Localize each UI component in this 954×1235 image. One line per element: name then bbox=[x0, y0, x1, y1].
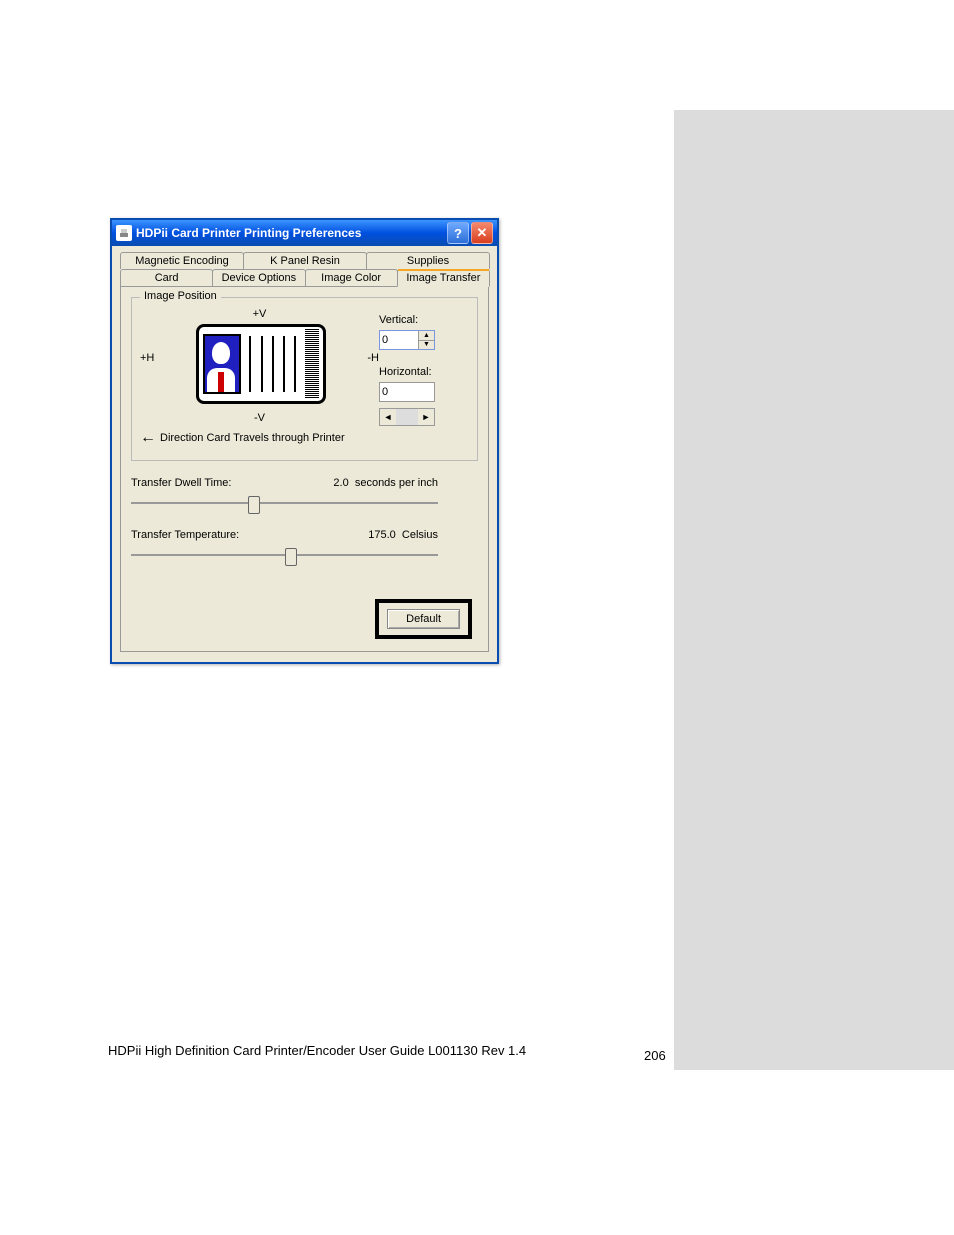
vertical-input[interactable] bbox=[380, 331, 418, 349]
temperature-slider[interactable] bbox=[131, 545, 438, 565]
tabs-area: Magnetic Encoding K Panel Resin Supplies… bbox=[112, 246, 497, 662]
preview-column: +V +H bbox=[140, 308, 379, 446]
temperature-label: Transfer Temperature: bbox=[131, 529, 239, 541]
tab-image-color[interactable]: Image Color bbox=[305, 269, 398, 287]
tab-row-front: Card Device Options Image Color Image Tr… bbox=[120, 269, 489, 287]
dwell-slider-thumb[interactable] bbox=[248, 496, 260, 514]
horizontal-input[interactable] bbox=[380, 383, 434, 401]
page-footer: HDPii High Definition Card Printer/Encod… bbox=[108, 1043, 668, 1058]
temperature-unit: Celsius bbox=[402, 529, 438, 541]
v-plus-label: +V bbox=[140, 308, 379, 320]
tab-card[interactable]: Card bbox=[120, 269, 213, 287]
tab-supplies[interactable]: Supplies bbox=[366, 252, 490, 269]
temperature-value-unit: 175.0 Celsius bbox=[368, 529, 438, 541]
tab-row-back: Magnetic Encoding K Panel Resin Supplies bbox=[120, 252, 489, 269]
horizontal-input-wrap bbox=[379, 382, 435, 402]
horizontal-scroll[interactable]: ◄ ► bbox=[379, 408, 435, 426]
temperature-slider-thumb[interactable] bbox=[285, 548, 297, 566]
group-title: Image Position bbox=[140, 290, 221, 302]
temperature-value: 175.0 bbox=[368, 529, 396, 541]
position-controls: Vertical: ▲ ▼ Horizontal: bbox=[379, 308, 469, 426]
dwell-value: 2.0 bbox=[333, 477, 348, 489]
dwell-slider[interactable] bbox=[131, 493, 438, 513]
default-button[interactable]: Default bbox=[387, 609, 460, 629]
horizontal-track[interactable] bbox=[396, 409, 418, 425]
dwell-value-unit: 2.0 seconds per inch bbox=[333, 477, 438, 489]
vertical-spinner[interactable]: ▲ ▼ bbox=[379, 330, 435, 350]
temperature-row: Transfer Temperature: 175.0 Celsius bbox=[131, 529, 478, 565]
preferences-dialog: HDPii Card Printer Printing Preferences … bbox=[110, 218, 499, 664]
card-preview bbox=[196, 324, 326, 404]
vertical-up-button[interactable]: ▲ bbox=[418, 331, 434, 341]
tab-image-transfer[interactable]: Image Transfer bbox=[397, 269, 490, 287]
dwell-label: Transfer Dwell Time: bbox=[131, 477, 231, 489]
default-button-highlight: Default bbox=[375, 599, 472, 639]
help-button[interactable]: ? bbox=[447, 222, 469, 244]
card-stripes-icon bbox=[241, 336, 305, 392]
arrow-left-icon: ← bbox=[140, 430, 156, 446]
footer-text: HDPii High Definition Card Printer/Encod… bbox=[108, 1043, 668, 1058]
vertical-label: Vertical: bbox=[379, 314, 469, 326]
window-title: HDPii Card Printer Printing Preferences bbox=[136, 226, 445, 240]
dwell-time-row: Transfer Dwell Time: 2.0 seconds per inc… bbox=[131, 477, 478, 513]
barcode-icon bbox=[305, 329, 319, 399]
tab-content-image-transfer: Image Position +V +H bbox=[120, 286, 489, 652]
tab-k-panel-resin[interactable]: K Panel Resin bbox=[243, 252, 367, 269]
page-number: 206 bbox=[644, 1048, 666, 1063]
v-minus-label: -V bbox=[140, 412, 379, 424]
tab-device-options[interactable]: Device Options bbox=[212, 269, 305, 287]
printer-icon bbox=[116, 225, 132, 241]
horizontal-left-button[interactable]: ◄ bbox=[380, 409, 396, 425]
horizontal-right-button[interactable]: ► bbox=[418, 409, 434, 425]
direction-text: Direction Card Travels through Printer bbox=[160, 432, 345, 444]
tab-magnetic-encoding[interactable]: Magnetic Encoding bbox=[120, 252, 244, 269]
page-right-margin bbox=[674, 110, 954, 1070]
image-position-group: Image Position +V +H bbox=[131, 297, 478, 461]
direction-row: ← Direction Card Travels through Printer bbox=[140, 430, 379, 446]
card-preview-area: +V +H bbox=[140, 308, 469, 446]
h-plus-left-label: +H bbox=[140, 352, 154, 364]
dwell-unit: seconds per inch bbox=[355, 477, 438, 489]
h-minus-right-label: -H bbox=[367, 352, 379, 364]
horizontal-label: Horizontal: bbox=[379, 366, 469, 378]
titlebar: HDPii Card Printer Printing Preferences … bbox=[112, 220, 497, 246]
portrait-icon bbox=[203, 334, 241, 394]
vertical-down-button[interactable]: ▼ bbox=[418, 341, 434, 350]
close-button[interactable]: ✕ bbox=[471, 222, 493, 244]
